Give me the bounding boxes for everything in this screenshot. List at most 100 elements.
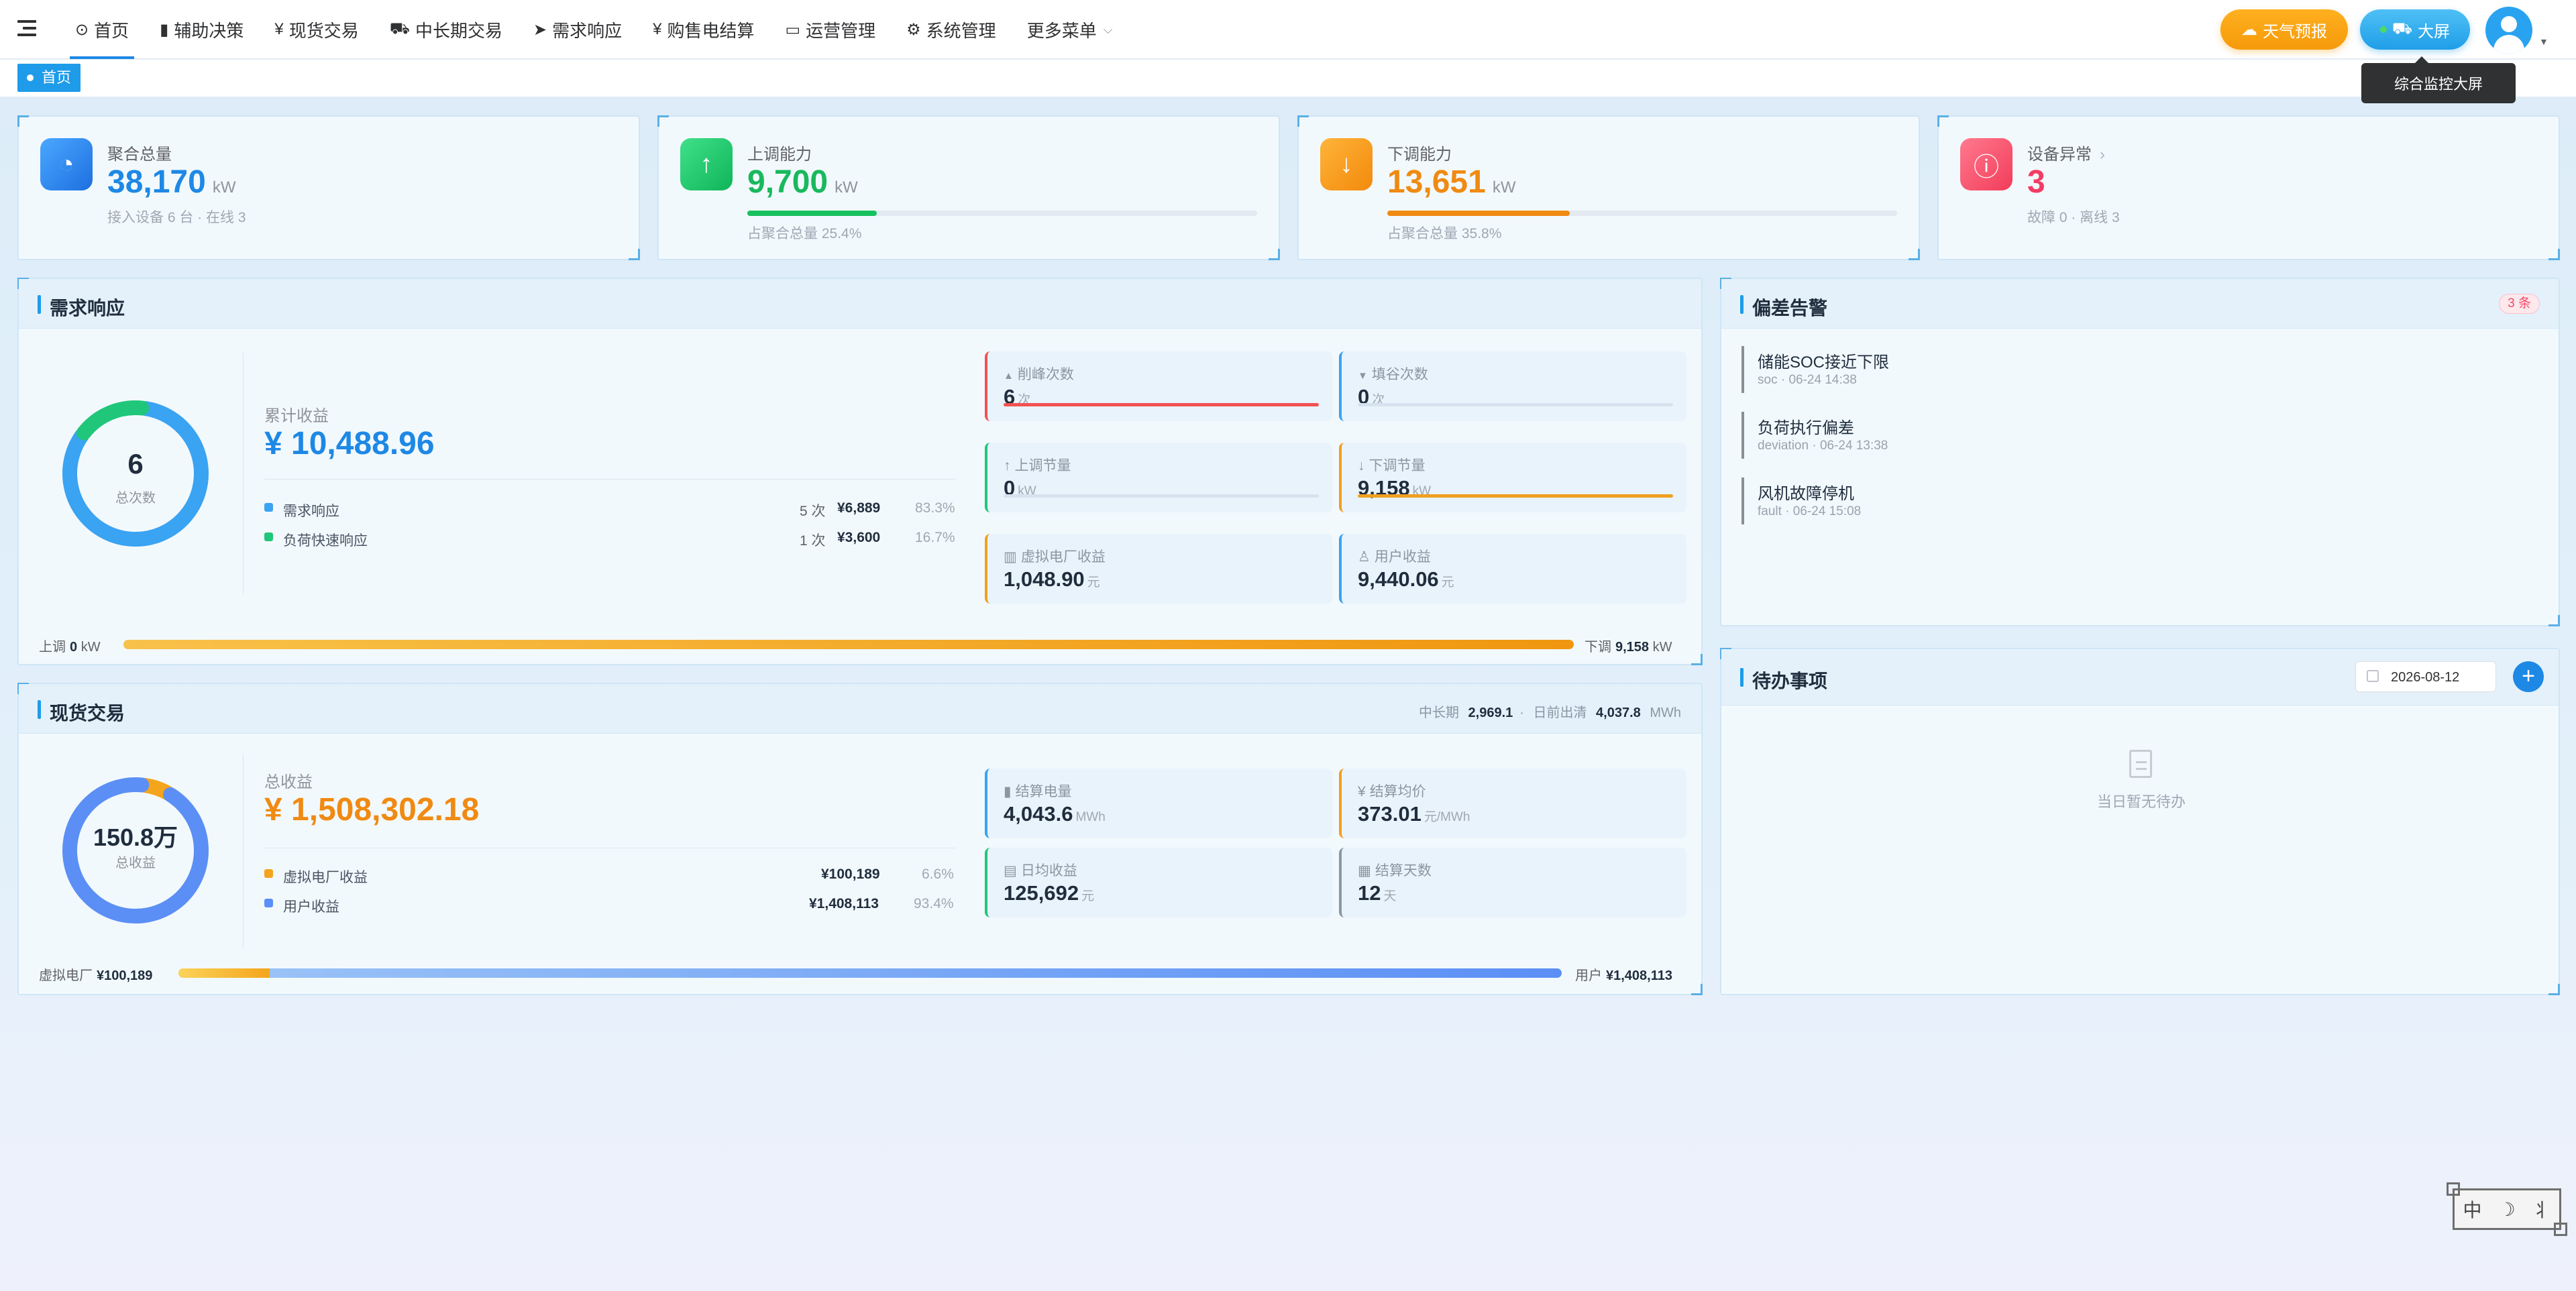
header-info: 中长期 2,969.1 · 日前出清 4,037.8 MWh bbox=[1418, 706, 1681, 720]
label-text: 下调 bbox=[1585, 640, 1611, 655]
menu-item-decision[interactable]: ▮ 辅助决策 bbox=[152, 0, 252, 59]
bar-right-label: 下调 9,158 kW bbox=[1585, 636, 1672, 655]
kpi-card-down: ↓ 下调能力 13,651 kW 占聚合总量 35.8% bbox=[1297, 115, 1920, 260]
kpi-title: 设备异常 › bbox=[2027, 141, 2105, 164]
value-number: 373.01 bbox=[1358, 802, 1421, 826]
income-split-bar-track bbox=[178, 968, 1562, 978]
value-unit: kW bbox=[835, 178, 858, 197]
kpi-title: 上调能力 bbox=[747, 146, 812, 164]
regulation-bar-track bbox=[123, 640, 1574, 649]
menu-label: 购售电结算 bbox=[667, 20, 755, 41]
metric-valley-filling: ▼ 填谷次数 0次 bbox=[1339, 351, 1686, 421]
menu-item-home[interactable]: ⊙ 首页 bbox=[67, 0, 137, 59]
metric-value: 125,692 元 bbox=[1004, 881, 1094, 905]
divider bbox=[264, 479, 955, 480]
date-picker[interactable]: 2026-08-12 bbox=[2355, 661, 2496, 692]
menu-label: 更多菜单 bbox=[1026, 20, 1097, 41]
label-text: 用户收益 bbox=[1374, 549, 1431, 565]
moon-icon: ☽ bbox=[2498, 1198, 2516, 1220]
menu-item-system[interactable]: ⚙ 系统管理 bbox=[898, 0, 1004, 59]
metric-avg-price: ¥ 结算均价 373.01 元/MWh bbox=[1339, 769, 1686, 838]
weather-button[interactable]: ☁ 天气预报 bbox=[2220, 9, 2348, 50]
metric-settled-energy: ▮ 结算电量 4,043.6 MWh bbox=[985, 769, 1332, 838]
donut-center-label: 总收益 bbox=[115, 856, 156, 871]
label-text: 上调 bbox=[39, 640, 66, 655]
building-icon: ▥ bbox=[1004, 549, 1017, 565]
legend-swatch bbox=[264, 503, 273, 512]
donut-center-value: 6 bbox=[127, 448, 144, 480]
panel-title: 需求响应 bbox=[38, 294, 125, 321]
label-text: 下调节量 bbox=[1368, 458, 1426, 473]
value-number: 38,170 bbox=[107, 164, 206, 200]
info-value: 2,969.1 bbox=[1468, 706, 1513, 720]
menu-item-spot[interactable]: ¥ 现货交易 bbox=[266, 0, 366, 59]
avatar-body bbox=[2493, 35, 2524, 54]
tag-home[interactable]: 首页 bbox=[17, 64, 81, 92]
metric-label: ▮ 结算电量 bbox=[1004, 781, 1072, 801]
metric-label: ♙ 用户收益 bbox=[1358, 546, 1431, 566]
arrow-down-icon: ↓ bbox=[1358, 458, 1365, 473]
chinese-mode-icon: 中 bbox=[2463, 1200, 2482, 1221]
kpi-value: 13,651 kW bbox=[1387, 164, 1515, 201]
alert-meta: fault · 06-24 15:08 bbox=[1758, 504, 1862, 518]
menu-item-settlement[interactable]: ¥ 购售电结算 bbox=[645, 0, 762, 59]
gauge-icon: ◔ bbox=[40, 138, 93, 190]
avatar[interactable] bbox=[2485, 7, 2532, 54]
tags-bar: 首页 bbox=[0, 60, 2576, 97]
alert-item[interactable]: 风机故障停机 fault · 06-24 15:08 bbox=[1741, 478, 2251, 524]
metric-label: ▤ 日均收益 bbox=[1004, 860, 1077, 880]
cart-icon: ⛟ bbox=[2392, 19, 2413, 38]
big-screen-tooltip: 综合监控大屏 bbox=[2361, 56, 2516, 103]
add-todo-button[interactable]: + bbox=[2513, 661, 2544, 692]
value-number: 13,651 bbox=[1387, 164, 1486, 200]
label-text: 结算电量 bbox=[1015, 784, 1072, 799]
kpi-card-device[interactable]: ⓘ 设备异常 › 3 故障 0 · 离线 3 bbox=[1937, 115, 2560, 260]
bar-chart-icon: ▮ bbox=[160, 20, 169, 39]
legend-amount: ¥6,889 bbox=[837, 500, 881, 516]
legend-name: 虚拟电厂收益 bbox=[283, 870, 368, 885]
dashboard-icon: ⊙ bbox=[75, 20, 89, 39]
label-text: 用户 bbox=[1575, 968, 1602, 983]
kpi-title: 聚合总量 bbox=[107, 146, 172, 164]
arrow-down-icon: ↓ bbox=[1320, 138, 1373, 190]
metric-peak-shaving: ▲ 削峰次数 6次 bbox=[985, 351, 1332, 421]
regulation-bar-fill bbox=[123, 640, 1574, 649]
legend-count: 1 次 bbox=[800, 533, 826, 549]
value-unit: kW bbox=[212, 178, 236, 197]
menu-label: 现货交易 bbox=[288, 20, 359, 41]
legend-swatch bbox=[264, 869, 273, 878]
top-navbar: ⊙ 首页 ▮ 辅助决策 ¥ 现货交易 ⛟ 中长期交易 ➤ 需求响应 ¥ 购售电结算 ▭ 运营管… bbox=[0, 0, 2576, 59]
alert-meta: soc · 06-24 14:38 bbox=[1758, 373, 1857, 387]
menu-item-longterm[interactable]: ⛟ 中长期交易 bbox=[382, 0, 511, 59]
menu-label: 中长期交易 bbox=[415, 20, 502, 41]
triangle-up-icon: ▲ bbox=[1004, 370, 1014, 382]
alert-item[interactable]: 储能SOC接近下限 soc · 06-24 14:38 bbox=[1741, 346, 2251, 393]
menu-item-operation[interactable]: ▭ 运营管理 bbox=[777, 0, 883, 59]
kpi-progress-fill bbox=[1387, 211, 1570, 216]
metric-label: ▦ 结算天数 bbox=[1358, 860, 1432, 880]
metric-down-regulation: ↓ 下调节量 9,158 kW bbox=[1339, 443, 1686, 512]
menu-item-demand[interactable]: ➤ 需求响应 bbox=[525, 0, 630, 59]
menu-label: 运营管理 bbox=[806, 20, 876, 41]
alert-item[interactable]: 负荷执行偏差 deviation · 06-24 13:38 bbox=[1741, 412, 2251, 459]
main-menu: ⊙ 首页 ▮ 辅助决策 ¥ 现货交易 ⛟ 中长期交易 ➤ 需求响应 ¥ 购售电结算 ▭ 运营管… bbox=[67, 0, 1135, 59]
panel-header: 待办事项 2026-08-12 + bbox=[1721, 649, 2559, 706]
label-unit: kW bbox=[1652, 640, 1672, 655]
alert-title: 储能SOC接近下限 bbox=[1758, 353, 1890, 372]
kpi-card-up: ↑ 上调能力 9,700 kW 占聚合总量 25.4% bbox=[657, 115, 1280, 260]
value-unit: 天 bbox=[1383, 889, 1397, 903]
menu-toggle-icon[interactable] bbox=[17, 17, 39, 39]
summary-value: ¥ 10,488.96 bbox=[264, 426, 435, 461]
menu-item-more[interactable]: 更多菜单 ⌵ bbox=[1019, 0, 1121, 59]
document-icon bbox=[2129, 750, 2152, 778]
input-method-widget[interactable]: 中 ☽ ⺦ bbox=[2447, 1182, 2567, 1236]
label-text: 虚拟电厂收益 bbox=[1020, 549, 1106, 565]
legend-name: 用户收益 bbox=[283, 899, 339, 915]
kpi-sub: 接入设备 6 台 · 在线 3 bbox=[107, 210, 246, 225]
value-unit: MWh bbox=[1075, 810, 1106, 824]
metric-bar-fill bbox=[1004, 403, 1319, 406]
big-screen-button[interactable]: ⛟ 大屏 bbox=[2360, 9, 2470, 50]
user-icon: ♙ bbox=[1358, 549, 1371, 565]
caret-down-icon[interactable]: ▼ bbox=[2539, 36, 2548, 47]
kpi-sub: 故障 0 · 离线 3 bbox=[2027, 210, 2120, 225]
